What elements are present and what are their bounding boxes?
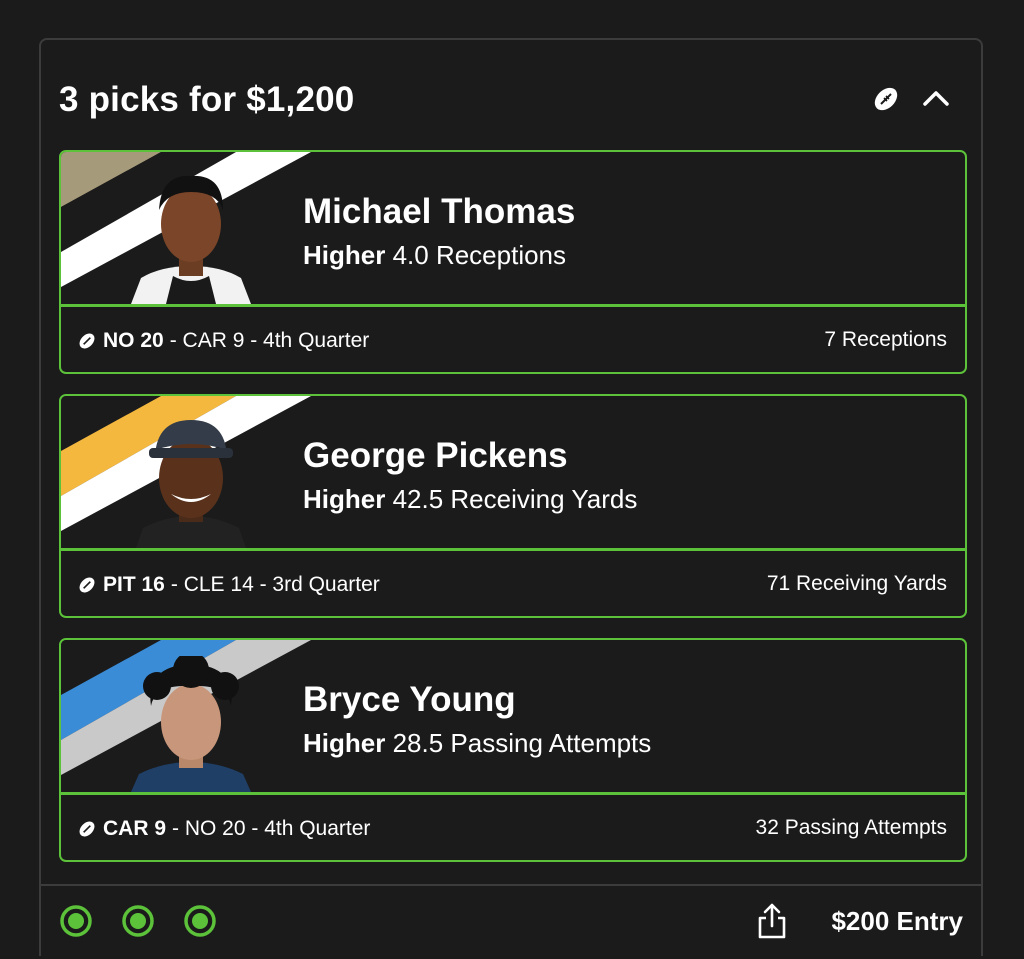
player-name: George Pickens	[303, 436, 568, 475]
check-circle-icon	[60, 905, 92, 937]
football-icon	[79, 333, 95, 349]
pick-direction: Higher	[303, 728, 386, 758]
pick-header: Bryce Young Higher 28.5 Passing Attempts	[61, 640, 965, 795]
player-avatar	[136, 420, 246, 548]
football-icon	[79, 577, 95, 593]
player-avatar	[131, 175, 251, 304]
share-icon[interactable]	[757, 902, 787, 940]
pick-footer: CAR 9 - NO 20 - 4th Quarter 32 Passing A…	[61, 795, 965, 860]
check-circle-icon	[122, 905, 154, 937]
pick-line: Higher 4.0 Receptions	[303, 240, 566, 271]
pick-card[interactable]: George Pickens Higher 42.5 Receiving Yar…	[59, 394, 967, 618]
player-name: Bryce Young	[303, 680, 516, 719]
pick-card[interactable]: Michael Thomas Higher 4.0 Receptions NO …	[59, 150, 967, 374]
game-score: PIT 16 - CLE 14 - 3rd Quarter	[77, 573, 380, 597]
pick-direction: Higher	[303, 484, 386, 514]
pick-line: Higher 28.5 Passing Attempts	[303, 728, 651, 759]
pick-status-indicators	[59, 904, 217, 938]
game-score: CAR 9 - NO 20 - 4th Quarter	[77, 817, 370, 841]
team-score: NO 20	[103, 329, 164, 352]
stat-result: 7 Receptions	[824, 328, 947, 351]
check-circle-icon	[184, 905, 216, 937]
game-status: - CLE 14 - 3rd Quarter	[170, 573, 380, 596]
pick-line: Higher 42.5 Receiving Yards	[303, 484, 637, 515]
stat-result: 32 Passing Attempts	[755, 816, 947, 839]
header-actions	[871, 84, 951, 114]
footer-divider	[41, 884, 981, 886]
entry-card: 3 picks for $1,200 Michael Thomas Higher…	[39, 38, 983, 956]
player-avatar	[131, 656, 251, 792]
game-score: NO 20 - CAR 9 - 4th Quarter	[77, 329, 369, 353]
pick-stat: 4.0 Receptions	[392, 240, 567, 270]
pick-stat: 28.5 Passing Attempts	[392, 728, 652, 758]
chevron-up-icon[interactable]	[921, 84, 951, 114]
football-icon	[79, 821, 95, 837]
team-score: PIT 16	[103, 573, 165, 596]
game-status: - NO 20 - 4th Quarter	[172, 817, 371, 840]
pick-footer: PIT 16 - CLE 14 - 3rd Quarter 71 Receivi…	[61, 551, 965, 616]
team-score: CAR 9	[103, 817, 167, 840]
pick-header: Michael Thomas Higher 4.0 Receptions	[61, 152, 965, 307]
pick-card[interactable]: Bryce Young Higher 28.5 Passing Attempts…	[59, 638, 967, 862]
stat-result: 71 Receiving Yards	[766, 572, 947, 595]
pick-stat: 42.5 Receiving Yards	[392, 484, 638, 514]
game-status: - CAR 9 - 4th Quarter	[169, 329, 370, 352]
player-name: Michael Thomas	[303, 192, 576, 231]
football-icon	[874, 87, 898, 111]
pick-footer: NO 20 - CAR 9 - 4th Quarter 7 Receptions	[61, 307, 965, 372]
pick-direction: Higher	[303, 240, 386, 270]
entry-amount: $200 Entry	[831, 906, 963, 936]
pick-header: George Pickens Higher 42.5 Receiving Yar…	[61, 396, 965, 551]
entry-title: 3 picks for $1,200	[59, 80, 355, 119]
